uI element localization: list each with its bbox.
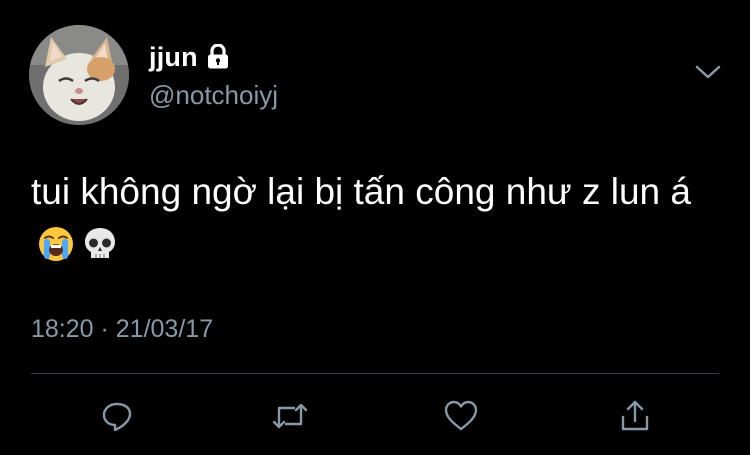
tweet-text: tui không ngờ lại bị tấn công như z lun … [31,166,721,270]
retweet-button[interactable] [270,396,310,436]
handle[interactable]: @notchoiyj [149,80,278,111]
display-name[interactable]: jjun [149,42,198,73]
chevron-down-icon[interactable] [694,62,722,82]
heart-icon [444,400,478,431]
timestamp[interactable]: 18:20 · 21/03/17 [31,315,213,344]
like-button[interactable] [441,396,481,436]
loudly-crying-face-icon [37,225,75,263]
lock-icon [206,43,230,70]
divider [31,373,719,374]
share-button[interactable] [615,396,655,436]
tweet-text-body: tui không ngờ lại bị tấn công như z lun … [31,171,691,212]
skull-icon [81,225,119,263]
reply-icon [102,402,132,432]
tweet-card: jjun @notchoiyj tui không ngờ lại bị tấn… [0,0,750,455]
name-row: jjun [149,40,230,74]
share-icon [621,400,649,431]
retweet-icon [272,403,308,429]
reply-button[interactable] [97,396,137,436]
avatar[interactable] [29,25,129,125]
